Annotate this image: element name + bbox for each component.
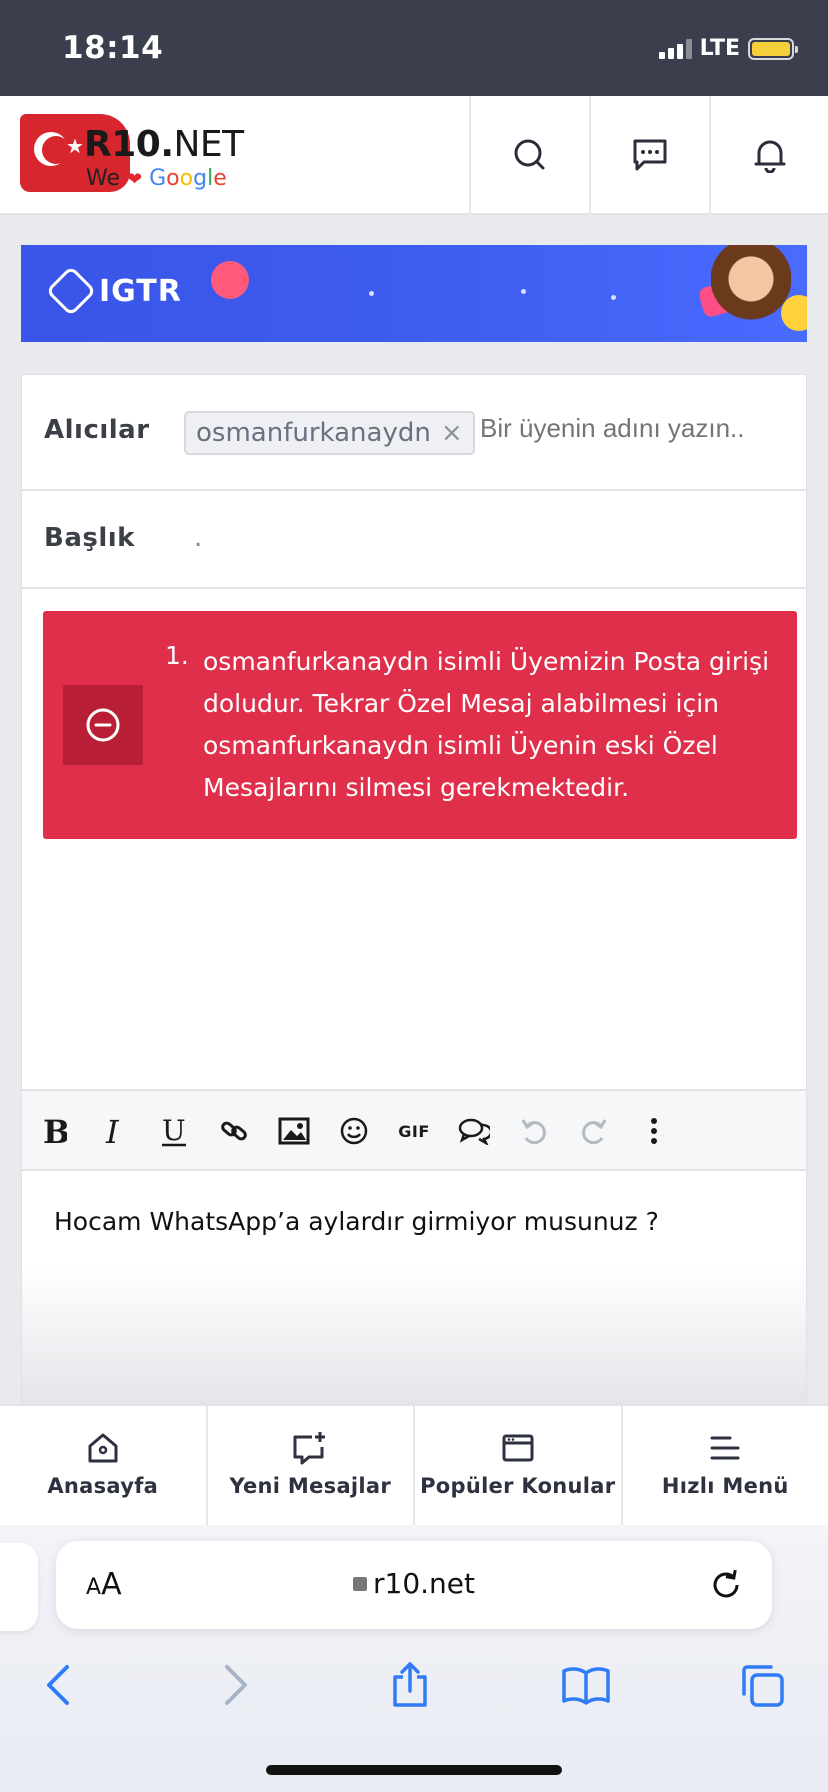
search-icon — [514, 139, 544, 169]
minus-circle-icon — [86, 708, 120, 742]
search-button[interactable] — [469, 96, 588, 213]
error-message: osmanfurkanaydn isimli Üyemizin Posta gi… — [203, 647, 770, 802]
banner-person-image — [711, 245, 791, 342]
quote-button[interactable] — [454, 1111, 494, 1151]
logo-tagline: We ❤ Google — [86, 166, 227, 191]
chevron-left-icon — [47, 1665, 69, 1705]
bookmarks-button[interactable] — [556, 1655, 616, 1715]
signal-icon — [658, 38, 692, 59]
subject-row: Başlık . — [22, 491, 806, 589]
compose-form: Alıcılar osmanfurkanaydn × Başlık . 1. o… — [21, 374, 807, 1405]
remove-recipient-icon[interactable]: × — [441, 418, 463, 448]
more-vertical-icon — [651, 1118, 657, 1144]
svg-text:I: I — [105, 1116, 120, 1146]
recipient-input[interactable] — [480, 413, 800, 444]
nav-item-new-messages[interactable]: Yeni Mesajlar — [208, 1406, 415, 1525]
link-icon — [221, 1121, 247, 1141]
recipient-chip-label: osmanfurkanaydn — [196, 418, 431, 448]
url-text[interactable]: r10.net — [56, 1567, 772, 1600]
comments-icon — [458, 1118, 490, 1145]
share-icon — [393, 1662, 427, 1707]
book-icon — [562, 1667, 610, 1705]
home-icon — [88, 1433, 118, 1463]
heart-emoji-icon — [211, 261, 249, 299]
heart-icon: ❤ — [127, 169, 143, 190]
bold-icon: B — [43, 1116, 67, 1146]
gif-icon: GIF — [398, 1121, 430, 1141]
chat-icon — [633, 139, 666, 170]
svg-text:B: B — [43, 1116, 67, 1146]
browser-chrome: AA r10.net — [0, 1525, 828, 1792]
tabs-button[interactable] — [732, 1655, 792, 1715]
tabs-icon — [742, 1665, 784, 1707]
status-indicators: LTE — [658, 36, 798, 61]
underline-icon: U — [162, 1115, 186, 1147]
site-logo[interactable]: ★ R10.NET We ❤ Google — [18, 114, 248, 194]
subject-label: Başlık — [44, 523, 135, 553]
message-text[interactable]: Hocam WhatsApp’a aylardır girmiyor musun… — [54, 1207, 659, 1236]
redo-button[interactable] — [574, 1111, 614, 1151]
forward-button[interactable] — [206, 1655, 266, 1715]
recipients-row: Alıcılar osmanfurkanaydn × — [22, 375, 806, 491]
nav-item-home[interactable]: Anasayfa — [0, 1406, 208, 1525]
menu-icon — [710, 1436, 740, 1460]
site-header: ★ R10.NET We ❤ Google — [0, 96, 828, 215]
reload-icon[interactable] — [706, 1565, 746, 1605]
nav-item-new-messages-label: Yeni Mesajlar — [229, 1474, 392, 1498]
home-indicator — [266, 1765, 562, 1775]
chevron-right-icon — [225, 1665, 247, 1705]
underline-button[interactable]: U — [154, 1111, 194, 1151]
new-message-icon — [293, 1432, 326, 1465]
banner-brand: IGTR — [45, 265, 182, 317]
error-icon-box — [63, 685, 143, 765]
recipients-label: Alıcılar — [44, 415, 150, 445]
error-number: 1. — [165, 641, 189, 670]
logo-brand: R10.NET — [84, 124, 244, 165]
link-button[interactable] — [214, 1111, 254, 1151]
window-icon — [502, 1434, 534, 1462]
gif-button[interactable]: GIF — [394, 1111, 434, 1151]
message-editor[interactable]: Hocam WhatsApp’a aylardır girmiyor musun… — [22, 1171, 806, 1405]
share-button[interactable] — [380, 1655, 440, 1715]
more-options-button[interactable] — [634, 1111, 674, 1151]
editor-toolbar: B I U GIF — [22, 1089, 806, 1171]
nav-item-popular-topics-label: Popüler Konular — [420, 1474, 616, 1498]
recipient-chip[interactable]: osmanfurkanaydn × — [184, 411, 475, 455]
previous-tab[interactable] — [0, 1543, 38, 1631]
messages-button[interactable] — [589, 96, 708, 213]
smiley-icon — [340, 1117, 368, 1145]
battery-icon — [748, 37, 798, 60]
image-button[interactable] — [274, 1111, 314, 1151]
nav-item-quick-menu[interactable]: Hızlı Menü — [623, 1406, 828, 1525]
nav-item-quick-menu-label: Hızlı Menü — [661, 1474, 789, 1498]
subject-input[interactable]: . — [194, 523, 774, 553]
nav-item-home-label: Anasayfa — [47, 1474, 159, 1498]
network-label: LTE — [699, 36, 740, 61]
status-bar: 18:14 LTE — [0, 0, 828, 96]
italic-icon: I — [105, 1116, 120, 1146]
undo-icon — [521, 1119, 546, 1145]
ad-banner[interactable]: IGTR — [21, 245, 807, 342]
error-alert: 1. osmanfurkanaydn isimli Üyemizin Posta… — [43, 611, 797, 839]
emoji-button[interactable] — [334, 1111, 374, 1151]
lock-icon — [353, 1577, 367, 1591]
status-time: 18:14 — [62, 30, 164, 66]
bell-icon — [754, 140, 785, 173]
back-button[interactable] — [28, 1655, 88, 1715]
image-icon — [278, 1117, 310, 1145]
redo-icon — [582, 1119, 607, 1145]
bold-button[interactable]: B — [34, 1111, 74, 1151]
address-bar[interactable]: AA r10.net — [56, 1541, 772, 1629]
igtr-logo-icon — [45, 265, 97, 317]
bottom-navigation: Anasayfa Yeni Mesajlar Popüler Konular H… — [0, 1404, 828, 1525]
undo-button[interactable] — [514, 1111, 554, 1151]
svg-text:U: U — [162, 1115, 186, 1147]
notifications-button[interactable] — [709, 96, 828, 213]
nav-item-popular-topics[interactable]: Popüler Konular — [415, 1406, 623, 1525]
italic-button[interactable]: I — [94, 1111, 134, 1151]
